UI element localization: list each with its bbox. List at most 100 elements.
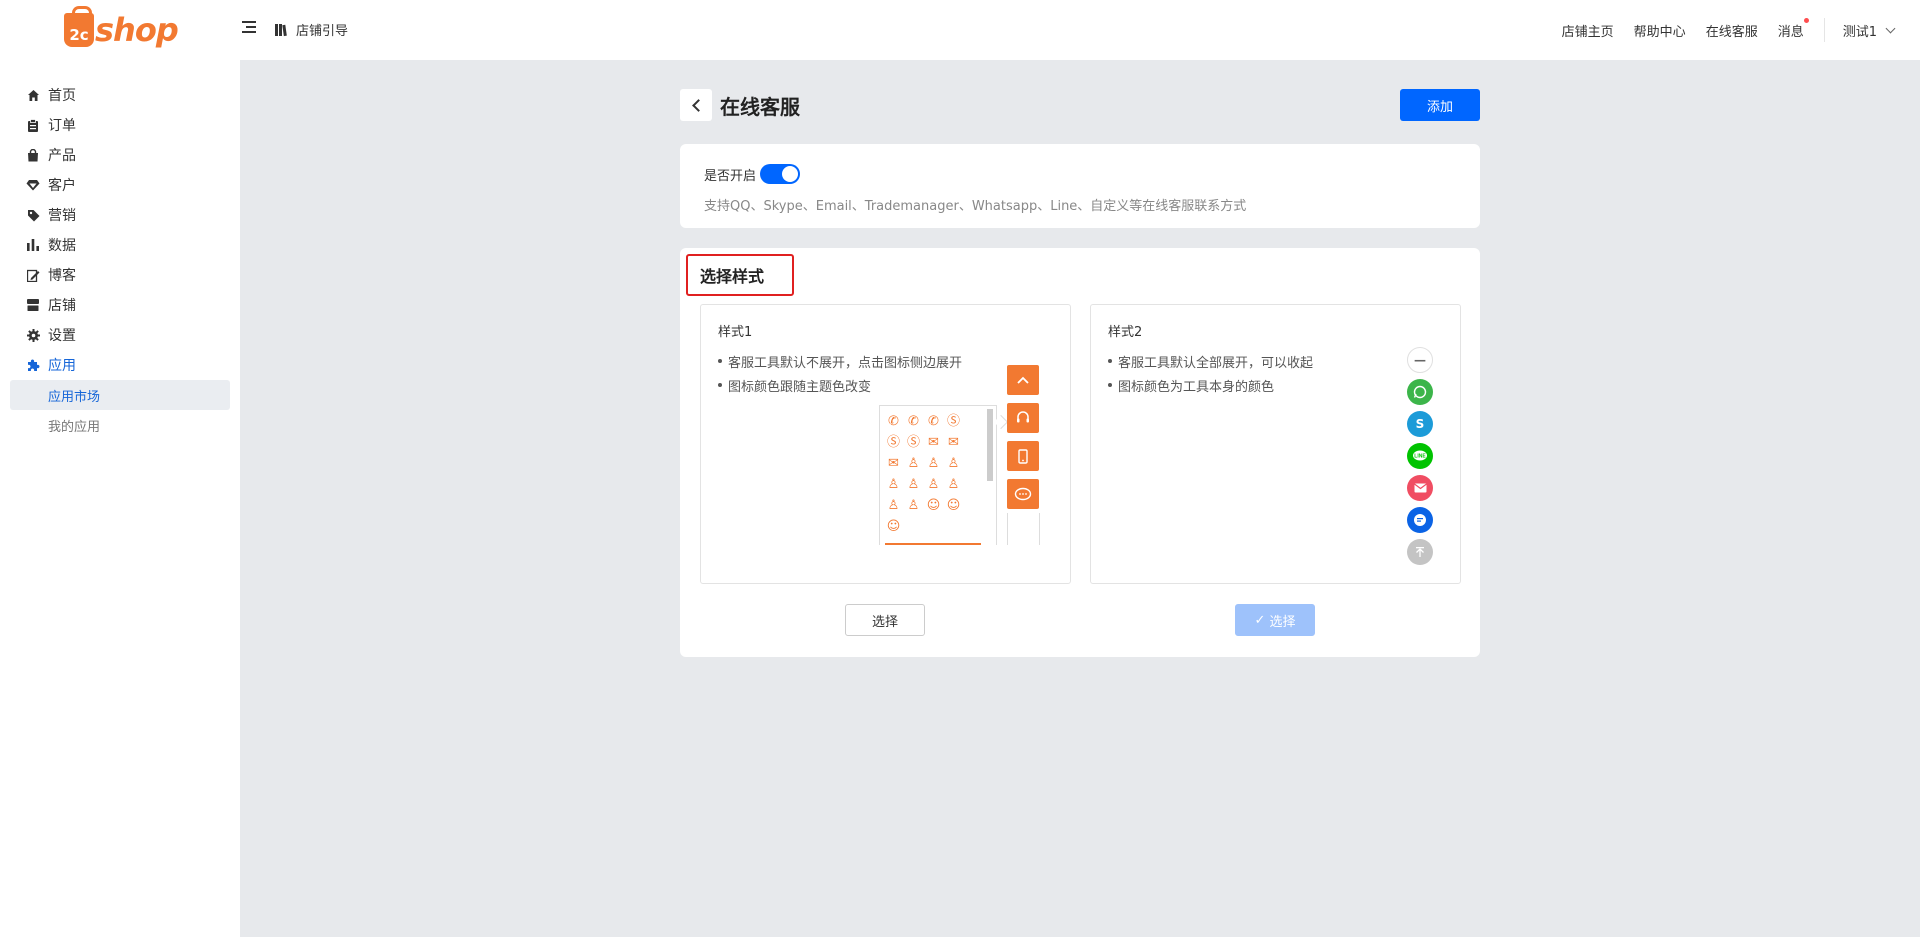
select-style-1-label: 选择: [871, 614, 898, 630]
email-icon: [1407, 475, 1433, 501]
enable-label: 是否开启: [704, 168, 757, 184]
whatsapp-icon: ✆: [888, 414, 899, 429]
preview-underline: [885, 543, 981, 545]
qq-icon: ♙: [947, 456, 960, 471]
whatsapp-icon: ✆: [908, 414, 919, 429]
online-service-link[interactable]: 在线客服: [1706, 21, 1758, 40]
store-home-link[interactable]: 店铺主页: [1562, 21, 1614, 40]
sidebar-item-settings[interactable]: 设置: [0, 320, 240, 350]
messages-link[interactable]: 消息: [1777, 17, 1809, 40]
user-menu[interactable]: 测试1: [1842, 21, 1896, 40]
qq-icon: ♙: [887, 477, 900, 492]
sidebar-subitem-my-apps[interactable]: 我的应用: [10, 410, 230, 440]
sidebar-item-home[interactable]: 首页: [0, 80, 240, 110]
book-icon: [274, 23, 288, 37]
back-button[interactable]: [680, 89, 712, 121]
sidebar-item-data[interactable]: 数据: [0, 230, 240, 260]
unread-dot: [1803, 17, 1809, 23]
page-title: 在线客服: [720, 94, 800, 119]
user-name: 测试1: [1842, 24, 1877, 40]
sidebar-item-label: 数据: [48, 238, 76, 254]
enable-row: 是否开启: [704, 164, 1456, 184]
style-2-bullet: 客服工具默认全部展开，可以收起: [1108, 352, 1443, 371]
sidebar: 首页 订单 产品 客户 营销 数据 博客 店铺 设置 应用 应用市场 我的应用: [0, 60, 240, 937]
qq-icon: ♙: [927, 477, 940, 492]
menu-toggle-icon[interactable]: [240, 21, 256, 37]
sidebar-item-label: 订单: [48, 118, 76, 134]
enable-switch[interactable]: [760, 164, 801, 184]
sidebar-item-products[interactable]: 产品: [0, 140, 240, 170]
tag-icon: [26, 208, 40, 222]
message-icon: [1407, 507, 1433, 533]
store-guide-label: 店铺引导: [296, 24, 349, 39]
style-1-card[interactable]: 样式1 客服工具默认不展开，点击图标侧边展开 图标颜色跟随主题色改变 ✆ ✆ ✆…: [700, 304, 1071, 584]
style-1-name: 样式1: [718, 325, 753, 340]
qq-icon: ♙: [907, 456, 920, 471]
add-button[interactable]: 添加: [1400, 89, 1480, 121]
section-title: 选择样式: [686, 254, 794, 296]
skype-icon: Ⓢ: [946, 414, 960, 429]
chevron-left-icon: [691, 98, 705, 112]
page-header: 在线客服 添加: [680, 85, 1480, 125]
puzzle-icon: [26, 358, 40, 372]
top-bar: 2c shop 店铺引导 店铺主页 帮助中心 在线客服 消息 测试1: [0, 0, 1920, 60]
skype-icon: S: [1407, 411, 1433, 437]
sidebar-item-label: 首页: [48, 88, 76, 104]
chevron-up-icon: [1007, 365, 1039, 395]
email-icon: ✉: [888, 456, 899, 471]
store-guide-link[interactable]: 店铺引导: [274, 20, 348, 39]
style-1-preview: ✆ ✆ ✆ Ⓢ Ⓢ Ⓢ ✉ ✉ ✉ ♙ ♙ ♙ ♙ ♙ ♙ ♙ ♙ ♙ ☺ ☺ …: [879, 365, 1059, 545]
logo-bag-icon: 2c: [64, 6, 94, 47]
skype-icon: Ⓢ: [906, 435, 920, 450]
nav-divider: [1823, 18, 1825, 42]
chevron-down-icon: [1885, 23, 1896, 33]
help-center-link[interactable]: 帮助中心: [1634, 21, 1686, 40]
chat-icon: [1007, 479, 1039, 509]
diamond-icon: [26, 178, 40, 192]
whatsapp-icon: ✆: [928, 414, 939, 429]
trademanager-icon: ☺: [926, 498, 941, 513]
trademanager-icon: ☺: [886, 519, 901, 534]
preview-edge: [1007, 513, 1008, 545]
sidebar-item-orders[interactable]: 订单: [0, 110, 240, 140]
sidebar-subitem-app-market[interactable]: 应用市场: [10, 380, 230, 410]
style-2-preview: — S LINE: [1407, 347, 1433, 571]
main-content: 在线客服 添加 是否开启 支持QQ、Skype、Email、Trademanag…: [680, 85, 1480, 657]
preview-edge: [1039, 513, 1040, 545]
select-style-1-button[interactable]: 选择: [845, 604, 925, 636]
messages-label: 消息: [1777, 24, 1804, 40]
mobile-icon: [1007, 441, 1039, 471]
clipboard-icon: [26, 118, 40, 132]
trademanager-icon: ☺: [946, 498, 961, 513]
preview-contact-panel: ✆ ✆ ✆ Ⓢ Ⓢ Ⓢ ✉ ✉ ✉ ♙ ♙ ♙ ♙ ♙ ♙ ♙ ♙ ♙ ☺ ☺ …: [879, 405, 997, 545]
sidebar-item-apps[interactable]: 应用: [0, 350, 240, 380]
qq-icon: ♙: [887, 498, 900, 513]
sidebar-item-label: 设置: [48, 328, 76, 344]
gear-icon: [26, 328, 40, 342]
sidebar-item-customers[interactable]: 客户: [0, 170, 240, 200]
bag-icon: [26, 148, 40, 162]
sidebar-item-blog[interactable]: 博客: [0, 260, 240, 290]
back-to-top-icon: [1407, 539, 1433, 565]
check-icon: ✓: [1254, 612, 1266, 628]
logo-text: shop: [95, 11, 179, 49]
top-nav: 店铺主页 帮助中心 在线客服 消息 测试1: [1542, 0, 1896, 60]
sidebar-item-label: 应用: [48, 358, 76, 374]
logo[interactable]: 2c shop: [64, 6, 179, 50]
sidebar-item-marketing[interactable]: 营销: [0, 200, 240, 230]
line-icon: LINE: [1407, 443, 1433, 469]
qq-icon: ♙: [907, 498, 920, 513]
style-picker-card: 选择样式 样式1 客服工具默认不展开，点击图标侧边展开 图标颜色跟随主题色改变 …: [680, 248, 1480, 657]
sidebar-item-store[interactable]: 店铺: [0, 290, 240, 320]
sidebar-item-label: 营销: [48, 208, 76, 224]
style-2-card[interactable]: 样式2 客服工具默认全部展开，可以收起 图标颜色为工具本身的颜色 — S LIN…: [1090, 304, 1461, 584]
svg-text:LINE: LINE: [1414, 454, 1426, 460]
enable-description: 支持QQ、Skype、Email、Trademanager、Whatsapp、L…: [704, 199, 1247, 214]
skype-icon: Ⓢ: [886, 435, 900, 450]
qq-icon: ♙: [947, 477, 960, 492]
preview-scrollbar: [987, 409, 993, 481]
edit-icon: [26, 268, 40, 282]
select-style-2-button[interactable]: ✓ 选择: [1235, 604, 1315, 636]
style-2-bullet: 图标颜色为工具本身的颜色: [1108, 376, 1443, 395]
enable-card: 是否开启 支持QQ、Skype、Email、Trademanager、Whats…: [680, 144, 1480, 228]
